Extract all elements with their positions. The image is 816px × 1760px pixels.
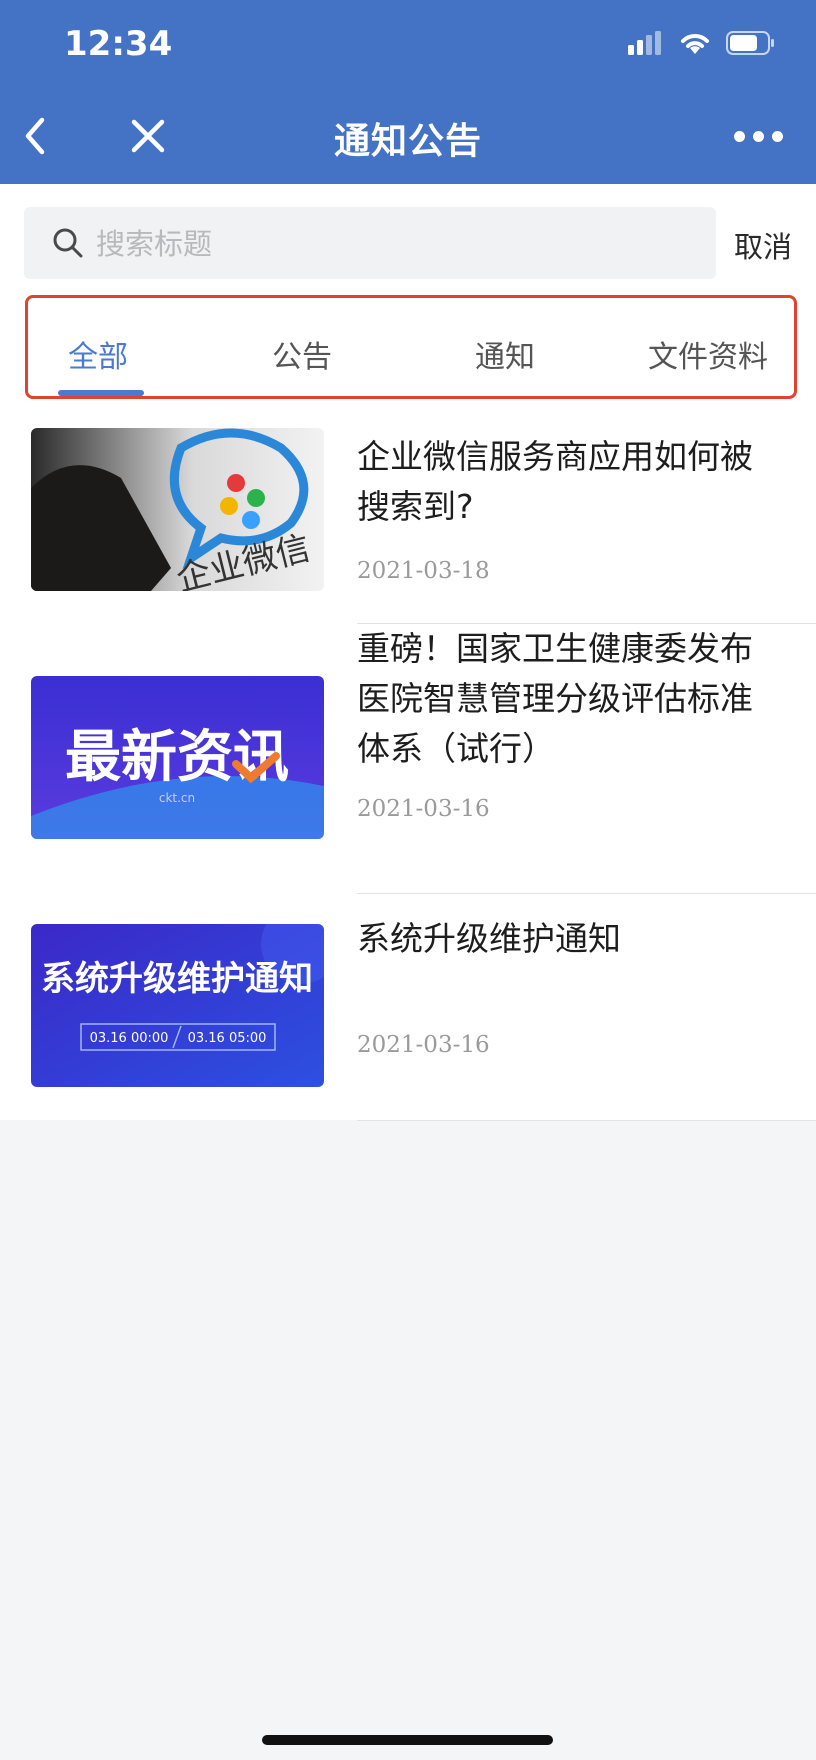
news-date: 2021-03-16 bbox=[357, 796, 490, 822]
more-dots-icon[interactable] bbox=[734, 116, 786, 156]
list-item[interactable]: 企业微信 企业微信服务商应用如何被搜索到? 2021-03-18 bbox=[0, 428, 816, 624]
thumb-sublabel: ckt.cn bbox=[159, 791, 195, 805]
thumb-time-end: 03.16 05:00 bbox=[188, 1031, 267, 1046]
nav-bar: 通知公告 bbox=[0, 90, 816, 184]
page-title: 通知公告 bbox=[333, 121, 482, 162]
signal-icon bbox=[628, 31, 661, 55]
battery-icon bbox=[726, 31, 774, 55]
main-content: 取消 全部 公告 通知 文件资料 bbox=[0, 184, 816, 1121]
home-indicator[interactable] bbox=[262, 1735, 553, 1745]
list-item[interactable]: 系统升级维护通知 03.16 00:00 03.16 05:00 系统升级维护通… bbox=[0, 894, 816, 1121]
wifi-icon bbox=[681, 34, 709, 54]
news-thumbnail: 系统升级维护通知 03.16 00:00 03.16 05:00 bbox=[31, 924, 324, 1087]
status-icons bbox=[628, 30, 776, 56]
news-title[interactable]: 重磅！国家卫生健康委发布医院智慧管理分级评估标准体系（试行） bbox=[357, 624, 777, 774]
news-title[interactable]: 企业微信服务商应用如何被搜索到? bbox=[357, 432, 777, 532]
divider bbox=[357, 1120, 816, 1121]
news-title[interactable]: 系统升级维护通知 bbox=[357, 914, 777, 964]
news-thumbnail: 企业微信 bbox=[31, 428, 324, 591]
tab-all[interactable]: 全部 bbox=[68, 332, 128, 376]
search-box bbox=[24, 207, 716, 281]
search-input[interactable] bbox=[94, 207, 698, 281]
status-bar: 12:34 bbox=[0, 0, 816, 90]
cancel-button[interactable]: 取消 bbox=[734, 224, 792, 266]
news-thumbnail: 最新资讯 ckt.cn bbox=[31, 676, 324, 839]
news-date: 2021-03-18 bbox=[357, 558, 490, 584]
news-date: 2021-03-16 bbox=[357, 1032, 490, 1058]
tab-announcement[interactable]: 公告 bbox=[272, 332, 332, 376]
tab-notice[interactable]: 通知 bbox=[475, 332, 535, 376]
thumb-label: 最新资讯 bbox=[65, 725, 289, 790]
thumb-label: 系统升级维护通知 bbox=[41, 959, 313, 999]
status-time: 12:34 bbox=[64, 24, 173, 64]
search-icon bbox=[53, 228, 83, 258]
tab-documents[interactable]: 文件资料 bbox=[648, 332, 768, 376]
thumb-time-start: 03.16 00:00 bbox=[90, 1031, 169, 1046]
active-tab-indicator bbox=[58, 390, 144, 396]
list-item[interactable]: 最新资讯 ckt.cn 重磅！国家卫生健康委发布医院智慧管理分级评估标准体系（试… bbox=[0, 624, 816, 894]
